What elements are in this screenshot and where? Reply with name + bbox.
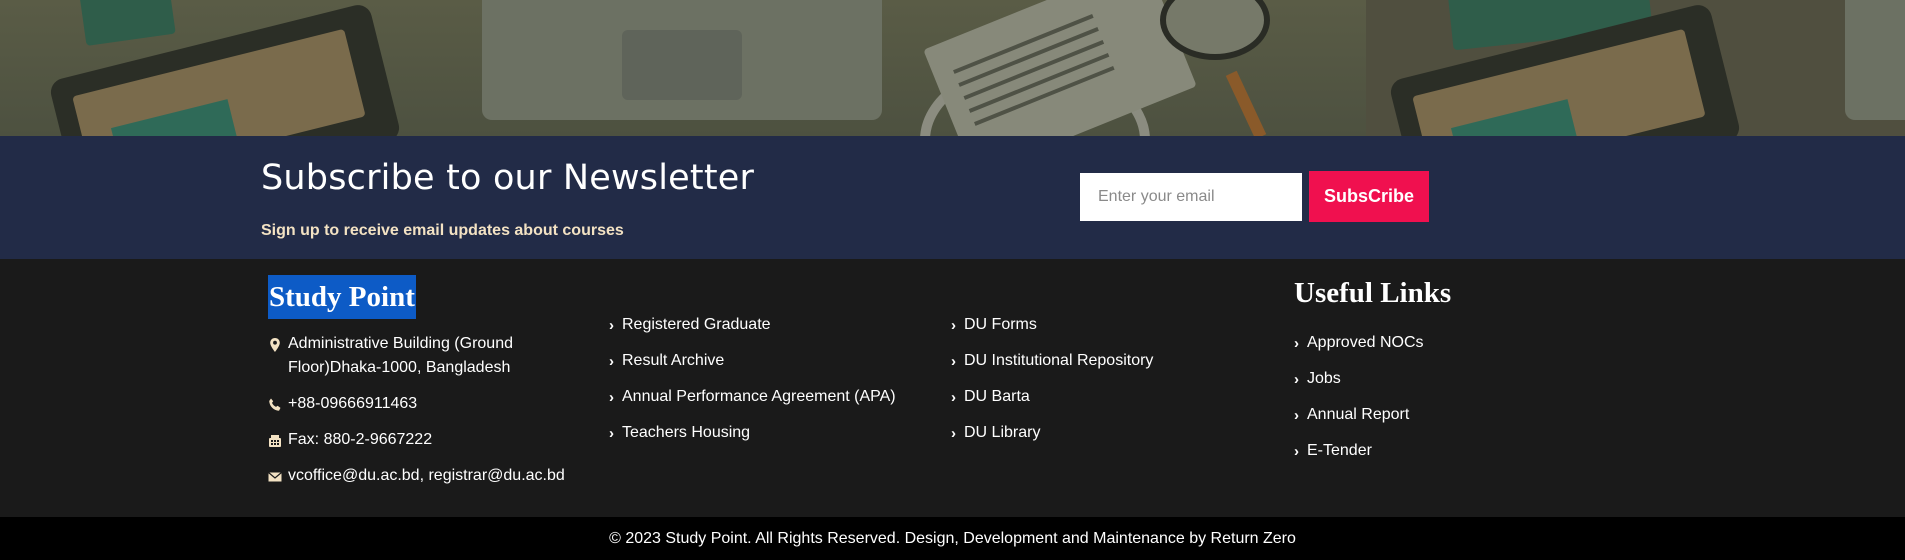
fax-text: Fax: 880-2-9667222 bbox=[288, 431, 433, 448]
brand-text: Study Point bbox=[269, 281, 415, 313]
map-marker-icon bbox=[268, 332, 284, 356]
link-label: Jobs bbox=[1307, 370, 1341, 387]
chevron-right-icon: › bbox=[609, 388, 614, 406]
useful-links-column: Useful Links › Approved NOCs › Jobs › Annua… bbox=[1294, 275, 1451, 475]
link-label: DU Library bbox=[964, 424, 1041, 441]
footer-link-registered-graduate[interactable]: › Registered Graduate bbox=[609, 313, 896, 337]
footer: Study Point Administrative Building (Gro… bbox=[0, 259, 1905, 517]
link-label: Approved NOCs bbox=[1307, 334, 1424, 351]
footer-links-column-2: › DU Forms › DU Institutional Repository ›… bbox=[951, 313, 1153, 457]
envelope-icon bbox=[268, 464, 284, 488]
footer-link-du-repository[interactable]: › DU Institutional Repository bbox=[951, 349, 1153, 373]
contact-fax: Fax: 880-2-9667222 bbox=[268, 428, 568, 452]
copyright-text: © 2023 Study Point. All Rights Reserved.… bbox=[609, 530, 1296, 547]
chevron-right-icon: › bbox=[951, 316, 956, 334]
hero-background-image bbox=[0, 0, 1905, 136]
phone-icon bbox=[268, 392, 284, 416]
subscribe-button[interactable]: SubsCribe bbox=[1309, 171, 1429, 222]
chevron-right-icon: › bbox=[951, 352, 956, 370]
chevron-right-icon: › bbox=[1294, 406, 1299, 424]
link-label: Annual Report bbox=[1307, 406, 1410, 423]
link-label: DU Forms bbox=[964, 316, 1037, 333]
link-label: Result Archive bbox=[622, 352, 725, 369]
footer-brand-title: Study Point bbox=[268, 275, 416, 319]
email-input[interactable] bbox=[1080, 173, 1302, 221]
chevron-right-icon: › bbox=[609, 424, 614, 442]
chevron-right-icon: › bbox=[951, 424, 956, 442]
email-text: vcoffice@du.ac.bd, registrar@du.ac.bd bbox=[288, 467, 565, 484]
footer-link-du-library[interactable]: › DU Library bbox=[951, 421, 1153, 445]
copyright-bar: © 2023 Study Point. All Rights Reserved.… bbox=[0, 517, 1905, 560]
chevron-right-icon: › bbox=[1294, 370, 1299, 388]
footer-link-apa[interactable]: › Annual Performance Agreement (APA) bbox=[609, 385, 896, 409]
link-label: DU Barta bbox=[964, 388, 1030, 405]
footer-link-approved-nocs[interactable]: › Approved NOCs bbox=[1294, 331, 1451, 355]
link-label: DU Institutional Repository bbox=[964, 352, 1154, 369]
link-label: Registered Graduate bbox=[622, 316, 771, 333]
newsletter-subtitle: Sign up to receive email updates about c… bbox=[261, 222, 624, 239]
footer-link-teachers-housing[interactable]: › Teachers Housing bbox=[609, 421, 896, 445]
footer-link-e-tender[interactable]: › E-Tender bbox=[1294, 439, 1451, 463]
useful-links-heading: Useful Links bbox=[1294, 277, 1452, 309]
contact-address: Administrative Building (Ground Floor)Dh… bbox=[268, 332, 568, 380]
footer-link-result-archive[interactable]: › Result Archive bbox=[609, 349, 896, 373]
contact-phone: +88-09666911463 bbox=[268, 392, 568, 416]
link-label: E-Tender bbox=[1307, 442, 1372, 459]
footer-link-annual-report[interactable]: › Annual Report bbox=[1294, 403, 1451, 427]
address-text: Administrative Building (Ground Floor)Dh… bbox=[288, 335, 513, 376]
chevron-right-icon: › bbox=[1294, 334, 1299, 352]
chevron-right-icon: › bbox=[951, 388, 956, 406]
phone-text: +88-09666911463 bbox=[288, 395, 418, 412]
contact-info: Administrative Building (Ground Floor)Dh… bbox=[268, 332, 568, 500]
link-label: Teachers Housing bbox=[622, 424, 751, 441]
chevron-right-icon: › bbox=[609, 352, 614, 370]
footer-link-du-forms[interactable]: › DU Forms bbox=[951, 313, 1153, 337]
newsletter-section: Subscribe to our Newsletter Sign up to r… bbox=[0, 136, 1905, 259]
link-label: Annual Performance Agreement (APA) bbox=[622, 388, 896, 405]
footer-link-du-barta[interactable]: › DU Barta bbox=[951, 385, 1153, 409]
chevron-right-icon: › bbox=[1294, 442, 1299, 460]
footer-links-column-1: › Registered Graduate › Result Archive › An… bbox=[609, 313, 896, 457]
footer-link-jobs[interactable]: › Jobs bbox=[1294, 367, 1451, 391]
newsletter-title: Subscribe to our Newsletter bbox=[261, 158, 755, 198]
contact-email: vcoffice@du.ac.bd, registrar@du.ac.bd bbox=[268, 464, 568, 488]
fax-icon bbox=[268, 428, 284, 452]
chevron-right-icon: › bbox=[609, 316, 614, 334]
